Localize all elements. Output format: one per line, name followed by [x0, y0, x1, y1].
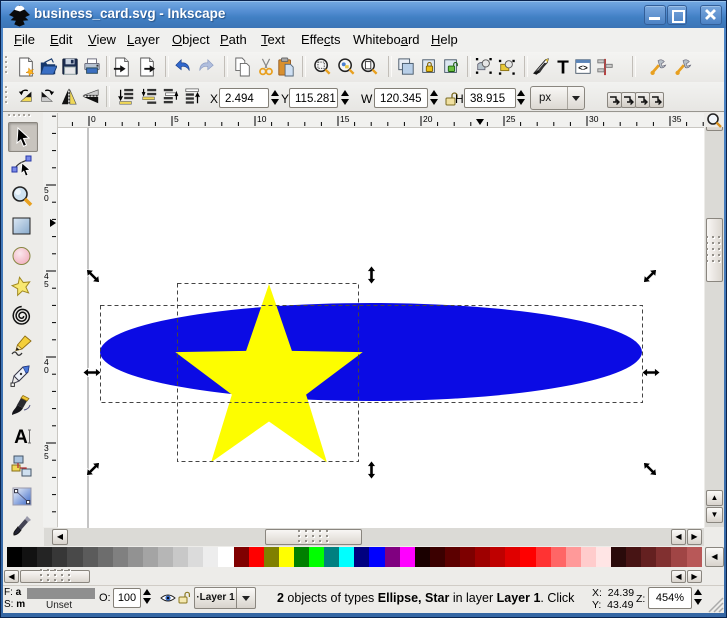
svg-text:20: 20	[423, 114, 433, 124]
svg-text:35: 35	[672, 114, 682, 124]
svg-text:0: 0	[91, 114, 96, 124]
svg-text:30: 30	[589, 114, 599, 124]
svg-text:A: A	[14, 427, 28, 448]
svg-text:5: 5	[44, 451, 49, 461]
svg-text:0: 0	[44, 365, 49, 375]
svg-text:10: 10	[257, 114, 267, 124]
svg-text:5: 5	[174, 114, 179, 124]
svg-text:0: 0	[44, 193, 49, 203]
svg-text:T: T	[557, 57, 569, 77]
svg-text:<>: <>	[578, 64, 588, 73]
svg-text:15: 15	[340, 114, 350, 124]
svg-text:5: 5	[44, 279, 49, 289]
svg-text:25: 25	[506, 114, 516, 124]
